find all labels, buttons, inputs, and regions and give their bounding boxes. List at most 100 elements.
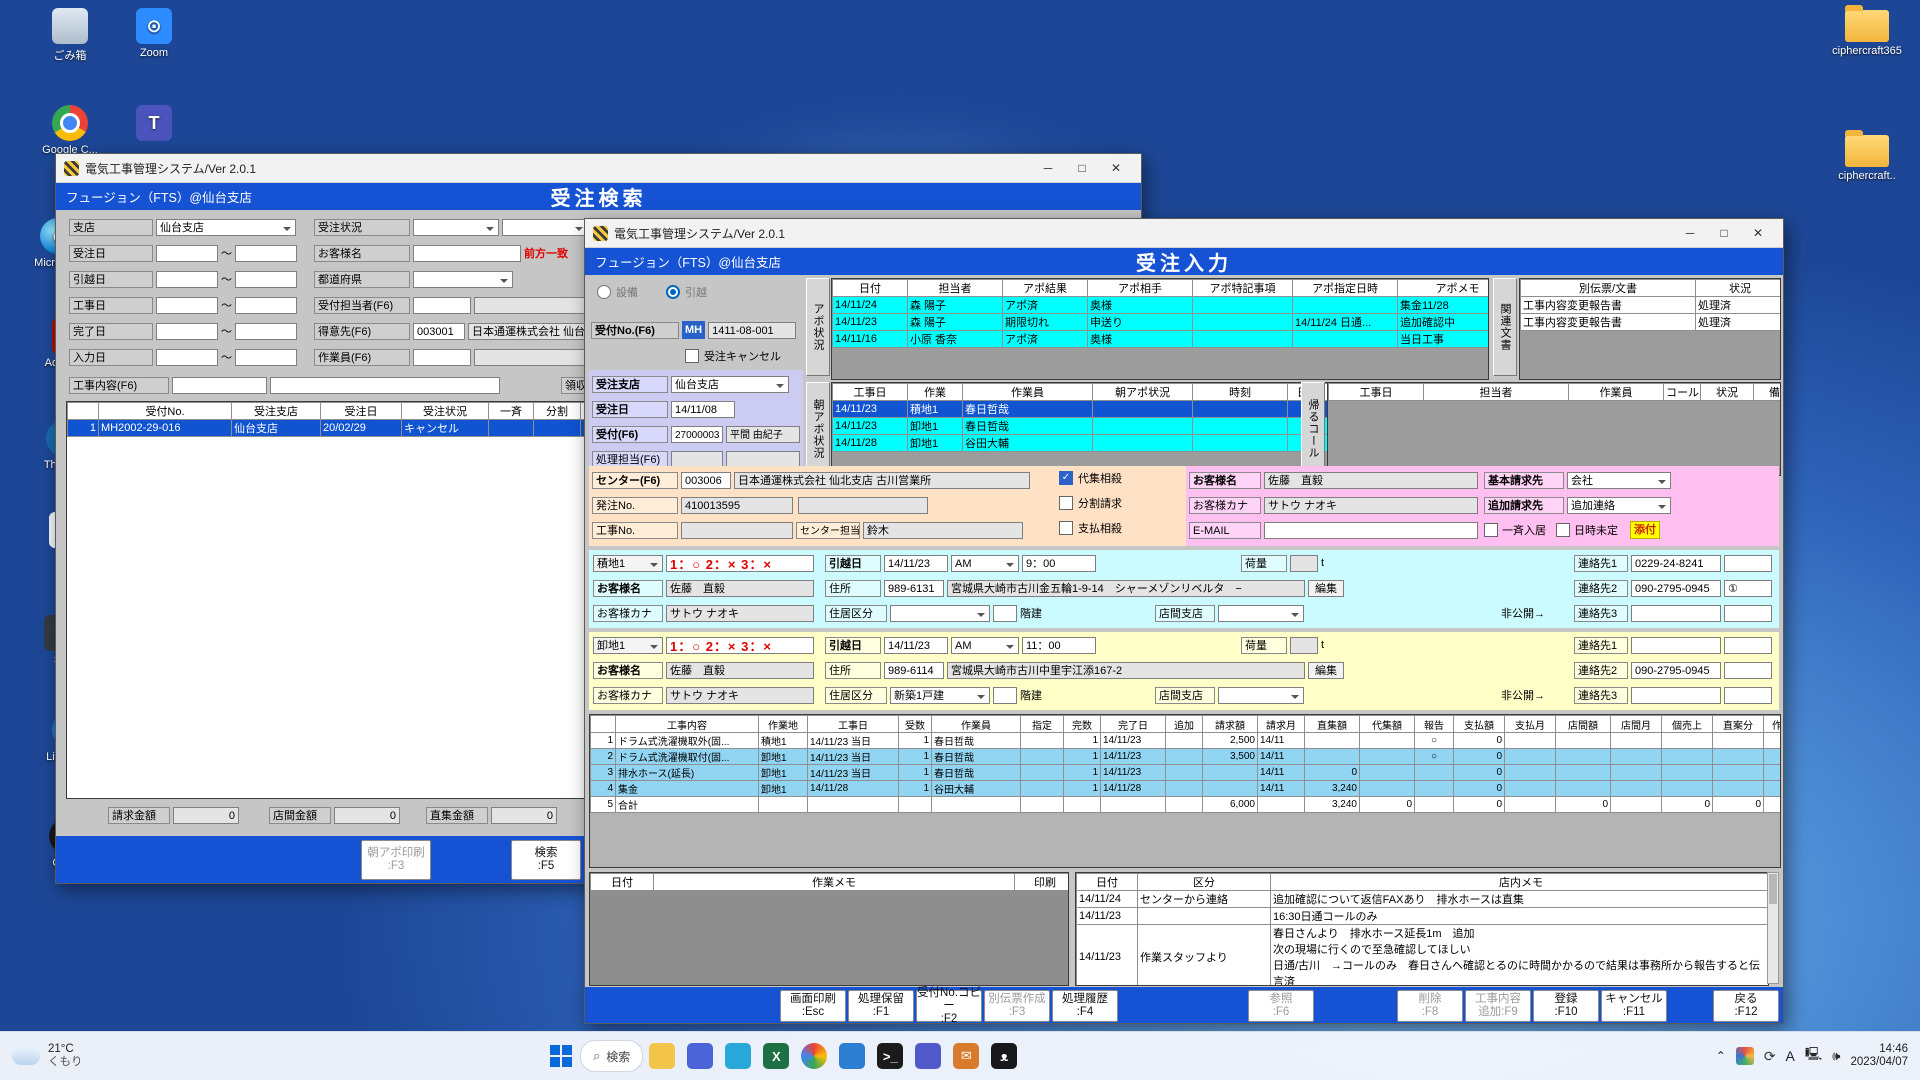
worker-code-input[interactable] <box>413 349 471 366</box>
chrome-icon[interactable] <box>801 1043 827 1069</box>
tray-sync-icon[interactable]: ⟳ <box>1764 1048 1776 1065</box>
weather-widget[interactable]: 21°C くもり <box>0 1043 252 1069</box>
taskbar-search[interactable]: ⌕ 検索 <box>580 1040 643 1072</box>
chat-icon[interactable] <box>687 1043 713 1069</box>
network-icon[interactable]: 🖳 <box>1805 1045 1822 1067</box>
move-date-from[interactable] <box>156 271 218 288</box>
pickup-contact3-input[interactable] <box>1631 605 1721 622</box>
dropoff-zip-input[interactable]: 989-6114 <box>884 662 944 679</box>
work-date-from[interactable] <box>156 297 218 314</box>
order-cancel-checkbox[interactable] <box>685 349 699 363</box>
type-radio-equipment[interactable] <box>597 285 611 299</box>
start-button[interactable] <box>548 1043 574 1069</box>
reference-button[interactable]: 参照:F6 <box>1248 990 1314 1022</box>
table-row[interactable]: 14/11/28卸地1谷田大輔 <box>833 435 1368 452</box>
pickup-site-select[interactable]: 積地1 <box>593 555 663 572</box>
pickup-time[interactable]: 9：00 <box>1022 555 1096 572</box>
receptionist-code[interactable]: 27000003 <box>671 426 723 443</box>
table-row[interactable]: 14/11/23積地1春日哲哉 <box>833 401 1368 418</box>
order-status-select-2[interactable] <box>502 219 588 236</box>
table-row[interactable]: 工事内容変更報告書処理済 <box>1521 297 1782 314</box>
create-slip-button[interactable]: 別伝票作成:F3 <box>984 990 1050 1022</box>
center-code[interactable]: 003006 <box>681 472 731 489</box>
process-staff-code[interactable] <box>671 451 723 468</box>
order-date-value[interactable]: 14/11/08 <box>671 401 735 418</box>
entry-date-from[interactable] <box>156 349 218 366</box>
dropoff-housing-select[interactable]: 新築1戸建 <box>890 687 990 704</box>
scrollbar[interactable] <box>1767 872 1779 984</box>
dropoff-edit-button[interactable]: 編集 <box>1308 662 1344 679</box>
proxy-offset-checkbox[interactable]: ✓ <box>1059 471 1073 485</box>
return-call-table[interactable]: 工事日担当者作業員コール状況備考 <box>1327 382 1781 476</box>
volume-icon[interactable]: 🕪 <box>1832 1048 1840 1064</box>
mail-icon[interactable]: ✉ <box>953 1043 979 1069</box>
related-docs-tab[interactable]: 関連文書 <box>1493 278 1517 376</box>
pickup-housing-select[interactable] <box>890 605 990 622</box>
print-screen-button[interactable]: 画面印刷:Esc <box>780 990 846 1022</box>
dropoff-contact1-extra[interactable] <box>1724 637 1772 654</box>
dropoff-contact2-extra[interactable] <box>1724 662 1772 679</box>
table-row[interactable]: 14/11/23作業スタッフより春日さんより 排水ホース延長1m 追加 次の現場… <box>1077 925 1770 987</box>
dropoff-floors-input[interactable] <box>993 687 1017 704</box>
pickup-contact3-extra[interactable] <box>1724 605 1772 622</box>
simultaneous-movein-checkbox[interactable] <box>1484 523 1498 537</box>
base-billing-select[interactable]: 会社 <box>1567 472 1671 489</box>
customer-name-input[interactable] <box>413 245 521 262</box>
morning-apo-table[interactable]: 工事日作業作業員朝アポ状況時刻日クレーム14/11/23積地1春日哲哉14/11… <box>831 382 1367 476</box>
pickup-contact2-extra[interactable]: ① <box>1724 580 1772 597</box>
add-billing-select[interactable]: 追加連絡 <box>1567 497 1671 514</box>
order-date-to[interactable] <box>235 245 297 262</box>
hold-button[interactable]: 処理保留:F1 <box>848 990 914 1022</box>
table-row[interactable]: 14/11/2316:30日通コールのみ <box>1077 908 1770 925</box>
app-icon-2[interactable] <box>839 1043 865 1069</box>
terminal-icon[interactable]: >_ <box>877 1043 903 1069</box>
work-no-input[interactable] <box>681 522 793 539</box>
ime-indicator[interactable]: A <box>1786 1048 1795 1064</box>
close-icon[interactable]: ✕ <box>1741 222 1775 244</box>
desktop-icon-chrome[interactable]: Google C... <box>28 105 112 156</box>
move-date-to[interactable] <box>235 271 297 288</box>
table-row[interactable]: 14/11/24森 陽子アポ済奥様集金11/28 <box>833 297 1490 314</box>
order-date-from[interactable] <box>156 245 218 262</box>
table-row[interactable]: 14/11/16小原 香奈アポ済奥様当日工事 <box>833 331 1490 348</box>
back-button[interactable]: 戻る:F12 <box>1713 990 1779 1022</box>
related-docs-table[interactable]: 別伝票/文書状況工事内容変更報告書処理済工事内容変更報告書処理済 <box>1519 278 1781 380</box>
app-icon-3[interactable] <box>915 1043 941 1069</box>
add-work-button[interactable]: 工事内容追加:F9 <box>1465 990 1531 1022</box>
explorer-icon[interactable] <box>649 1043 675 1069</box>
tray-photos-icon[interactable] <box>1736 1047 1754 1065</box>
dropoff-contact2-input[interactable]: 090-2795-0945 <box>1631 662 1721 679</box>
purchase-order-input-2[interactable] <box>798 497 928 514</box>
table-row[interactable]: 14/11/23森 陽子期限切れ申送り14/11/24 日通...追加確認中 <box>833 314 1490 331</box>
pickup-edit-button[interactable]: 編集 <box>1308 580 1344 597</box>
pickup-contact1-extra[interactable] <box>1724 555 1772 572</box>
delete-button[interactable]: 削除:F8 <box>1397 990 1463 1022</box>
minimize-icon[interactable]: ─ <box>1031 157 1065 179</box>
pickup-zip-input[interactable]: 989-6131 <box>884 580 944 597</box>
branch-select[interactable]: 仙台支店 <box>156 219 296 236</box>
reception-staff-code[interactable] <box>413 297 471 314</box>
type-radio-moving[interactable] <box>666 285 680 299</box>
attachment-badge[interactable]: 添付 <box>1630 521 1660 539</box>
desktop-icon-recycle-bin[interactable]: ごみ箱 <box>28 8 112 63</box>
maximize-icon[interactable]: □ <box>1065 157 1099 179</box>
split-billing-checkbox[interactable] <box>1059 496 1073 510</box>
history-button[interactable]: 処理履歴:F4 <box>1052 990 1118 1022</box>
dropoff-time[interactable]: 11：00 <box>1022 637 1096 654</box>
app-icon-1[interactable] <box>725 1043 751 1069</box>
input-window-titlebar[interactable]: 電気工事管理システム/Ver 2.0.1 ─ □ ✕ <box>585 219 1783 248</box>
tray-chevron-icon[interactable]: ⌃ <box>1716 1049 1726 1063</box>
desktop-folder[interactable]: ciphercraft.. <box>1822 135 1912 182</box>
order-status-select-1[interactable] <box>413 219 499 236</box>
desktop-folder[interactable]: ciphercraft365 <box>1822 10 1912 57</box>
work-memo-table[interactable]: 日付作業メモ印刷 <box>589 872 1069 986</box>
pickup-contact2-input[interactable]: 090-2795-0945 <box>1631 580 1721 597</box>
pickup-floors-input[interactable] <box>993 605 1017 622</box>
work-content-code[interactable] <box>172 377 267 394</box>
dropoff-move-date[interactable]: 14/11/23 <box>884 637 948 654</box>
pickup-contact1-input[interactable]: 0229-24-8241 <box>1631 555 1721 572</box>
work-content-name[interactable] <box>270 377 500 394</box>
close-icon[interactable]: ✕ <box>1099 157 1133 179</box>
entry-date-to[interactable] <box>235 349 297 366</box>
work-date-to[interactable] <box>235 297 297 314</box>
